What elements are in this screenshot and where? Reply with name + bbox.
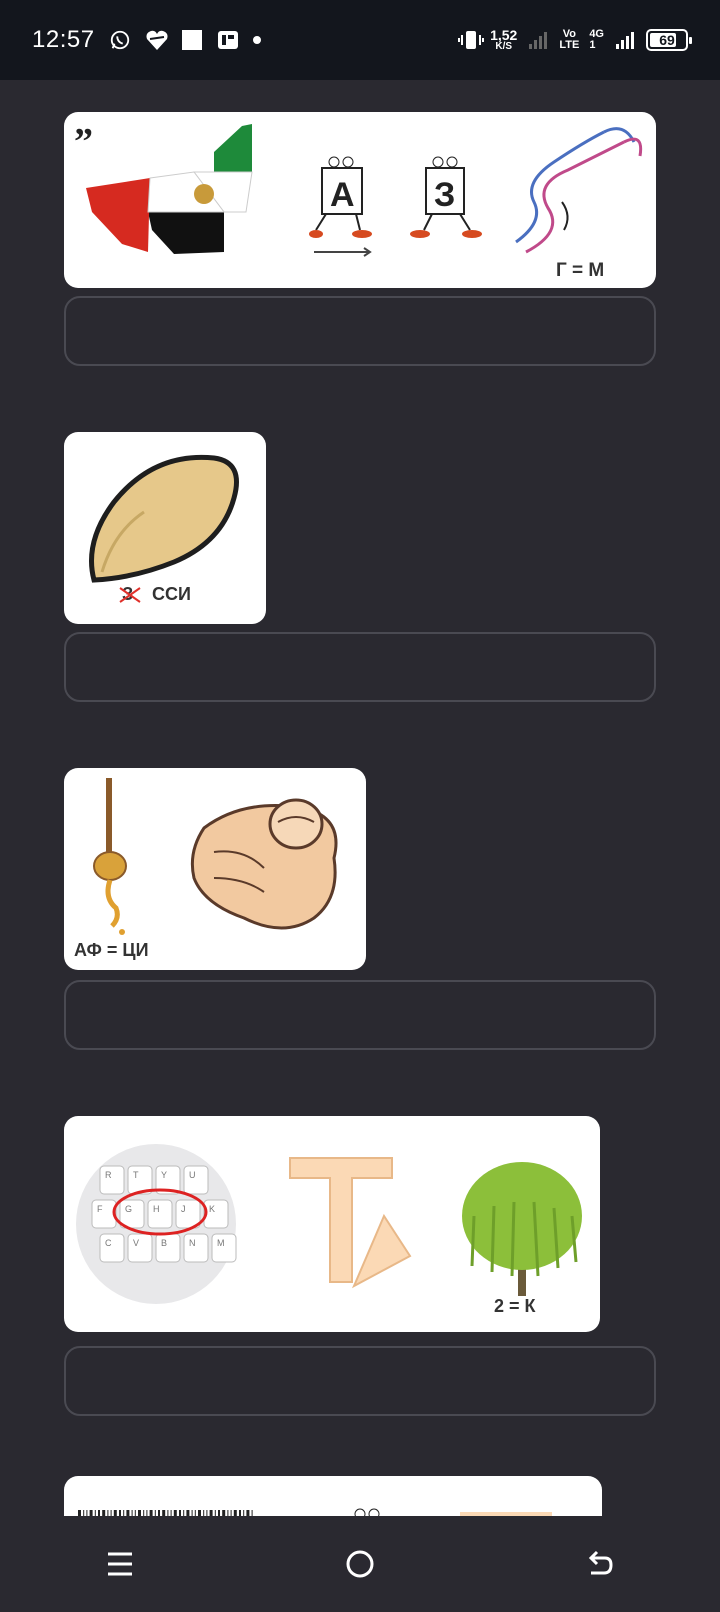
keyboard-icon: R T Y U F G H J K C V B N M: [76, 1144, 237, 1304]
signal-strong-icon: [614, 29, 636, 51]
svg-text:”: ”: [74, 121, 93, 163]
puzzle-1-hint: Г = М: [556, 260, 604, 281]
puzzle-2: З СCИ: [64, 432, 266, 624]
willow-tree-icon: [462, 1162, 582, 1296]
keyboard-key-label: N: [189, 1238, 196, 1248]
keyboard-key-label: J: [181, 1204, 186, 1214]
pumpkin-seed-icon: [89, 454, 239, 583]
keyboard-key-label: R: [105, 1170, 112, 1180]
keyboard-key: [183, 1165, 209, 1195]
svg-text:З: З: [434, 176, 455, 214]
puzzle-2-image: З СCИ: [64, 432, 266, 624]
keyboard-key-label: K: [209, 1204, 215, 1214]
keyboard-key-label: F: [97, 1204, 103, 1214]
keyboard-key-label: U: [189, 1170, 196, 1180]
keyboard-key-label: G: [125, 1204, 132, 1214]
battery-indicator: 69: [646, 29, 692, 51]
home-button[interactable]: [330, 1534, 390, 1594]
svg-text:А: А: [330, 176, 355, 214]
pointing-finger-icon: [190, 798, 338, 930]
keyboard-key-label: M: [217, 1238, 225, 1248]
keyboard-key-label: H: [153, 1204, 160, 1214]
navigation-bar: [0, 1516, 720, 1612]
whatsapp-icon: [109, 29, 131, 51]
walking-letter-z-icon: З: [410, 156, 482, 238]
keyboard-key-label: B: [161, 1238, 167, 1248]
keyboard-key: [155, 1233, 181, 1263]
heart-icon: [145, 29, 168, 51]
puzzle-1: ” А З Г = М: [64, 112, 656, 288]
puzzle-3-hint: АФ = ЦИ: [74, 940, 149, 960]
keyboard-key-label: Y: [161, 1170, 167, 1180]
puzzle-1-image: ” А З Г = М: [64, 112, 656, 288]
back-button[interactable]: [570, 1534, 630, 1594]
menu-icon: [108, 1552, 132, 1576]
puzzle-4-image: R T Y U F G H J K C V B N M 2 = К: [64, 1116, 600, 1332]
network-speed: 1,52 K/S: [490, 27, 518, 52]
honey-dipper-icon: [93, 778, 127, 935]
status-bar: 12:57 1,52 K/S Vo LTE 4G 1 69: [0, 0, 720, 80]
back-icon: [588, 1550, 613, 1575]
answer-field-1[interactable]: [64, 296, 656, 366]
keyboard-key: [91, 1199, 117, 1229]
keyboard-key: [183, 1233, 209, 1263]
square-icon: [181, 29, 203, 51]
puzzle-2-hint: СCИ: [152, 584, 191, 604]
keyboard-key: [127, 1233, 153, 1263]
network-type: 4G 1: [589, 28, 604, 51]
keyboard-key-label: C: [105, 1238, 112, 1248]
keyboard-key: [203, 1199, 229, 1229]
puzzle-4: R T Y U F G H J K C V B N M 2 = К: [64, 1116, 600, 1332]
answer-field-4[interactable]: [64, 1346, 656, 1416]
keyboard-key: [99, 1165, 125, 1195]
dna-helix-icon: [515, 127, 643, 254]
answer-field-2[interactable]: [64, 632, 656, 702]
notification-dot-icon: [252, 36, 261, 44]
uae-map-icon: [86, 124, 253, 254]
volte-indicator: Vo LTE: [559, 28, 580, 51]
letter-t-a-icon: [289, 1157, 412, 1289]
puzzle-4-hint: 2 = К: [494, 1296, 537, 1316]
puzzle-5: [64, 1476, 602, 1516]
keyboard-key: [147, 1199, 173, 1229]
status-time: 12:57: [32, 26, 95, 53]
puzzle-list[interactable]: ” А З Г = М СCИ АФ = ЦИ R T Y U F G H J …: [0, 80, 720, 1516]
answer-field-3[interactable]: [64, 980, 656, 1050]
keyboard-key-label: V: [133, 1238, 139, 1248]
keyboard-key-label: T: [133, 1170, 139, 1180]
vibrate-icon: [458, 29, 485, 51]
home-icon: [346, 1550, 374, 1578]
keyboard-key: [99, 1233, 125, 1263]
walking-letter-a-icon: А: [309, 156, 372, 257]
app-badge-icon: [217, 29, 239, 51]
menu-button[interactable]: [90, 1534, 150, 1594]
puzzle-3: АФ = ЦИ: [64, 768, 366, 970]
signal-weak-icon: [527, 29, 549, 51]
puzzle-3-image: АФ = ЦИ: [64, 768, 366, 970]
puzzle-5-image: [64, 1476, 602, 1516]
